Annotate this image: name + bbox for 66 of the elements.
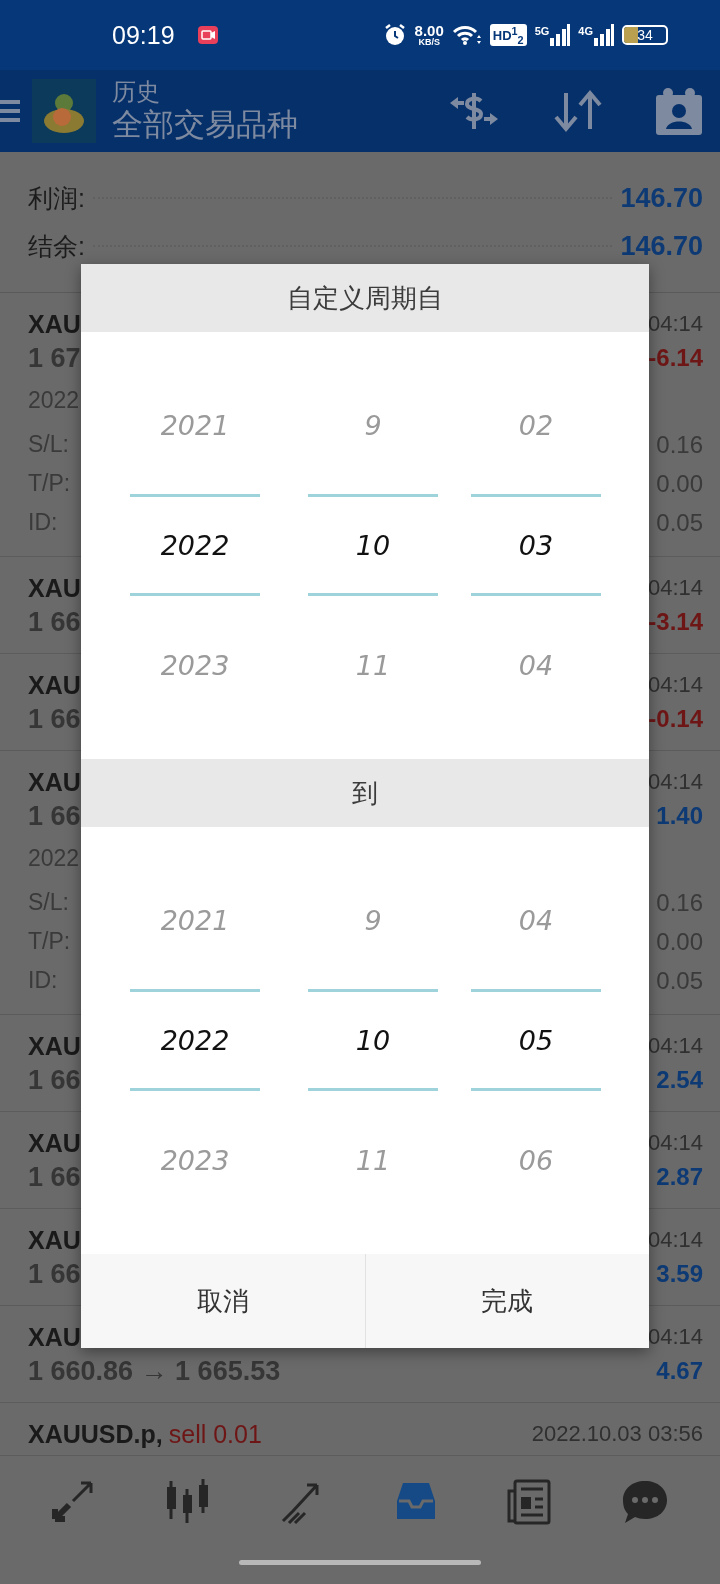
picker-value[interactable]: 9 <box>354 377 392 473</box>
summary-value: 146.70 <box>620 230 703 262</box>
battery-indicator: 34 <box>622 25 668 45</box>
picker-value[interactable]: 2021 <box>150 377 240 473</box>
deal-symbol: XAU <box>28 1225 81 1255</box>
summary-label: 结余: <box>28 230 85 262</box>
deal-profit: 1.40 <box>656 802 703 830</box>
deal-profit: -6.14 <box>648 344 703 372</box>
picker-value[interactable]: 10 <box>345 497 401 593</box>
deal-symbol: XAU <box>28 1128 81 1158</box>
picker-value[interactable]: 2021 <box>150 872 240 968</box>
deal-time: 04:14 <box>647 311 703 337</box>
picker-value[interactable]: 02 <box>508 377 564 473</box>
wifi-icon <box>451 24 482 46</box>
signal-icon <box>594 24 614 46</box>
deal-symbol: XAU <box>28 309 81 339</box>
picker-value[interactable]: 2023 <box>150 617 240 713</box>
deal-profit: 2.87 <box>656 1163 703 1191</box>
deal-time: 04:14 <box>647 769 703 795</box>
picker-value[interactable]: 10 <box>345 992 401 1088</box>
picker-value[interactable]: 2022 <box>150 497 240 593</box>
picker-value[interactable]: 05 <box>508 992 564 1088</box>
screen-title: 历史 <box>112 78 161 106</box>
picker-value[interactable]: 04 <box>508 617 564 713</box>
deal-time: 04:14 <box>647 672 703 698</box>
picker-value[interactable]: 2023 <box>150 1112 240 1208</box>
deal-time: 04:14 <box>647 1033 703 1059</box>
deal-profit: 3.59 <box>656 1260 703 1288</box>
deal-profit: 4.67 <box>656 1357 703 1385</box>
deal-time: 04:14 <box>647 1227 703 1253</box>
deal-side: sell 0.01 <box>168 1419 262 1449</box>
deal-symbol: XAU <box>28 1322 81 1352</box>
picker-value[interactable]: 11 <box>345 1112 401 1208</box>
deal-time: 04:14 <box>647 575 703 601</box>
picker-value[interactable]: 9 <box>354 872 392 968</box>
chat-icon[interactable] <box>621 1479 669 1525</box>
deal-symbol: XAU <box>28 573 81 603</box>
section-label: 到 <box>81 759 649 827</box>
deal-symbol: XAUUSD.p, <box>28 1419 163 1449</box>
picker-value[interactable]: 11 <box>345 617 401 713</box>
dialog-title: 自定义周期自 <box>81 264 649 332</box>
deal-time: 2022.10.03 03:56 <box>531 1421 703 1447</box>
picker-value[interactable]: 04 <box>508 872 564 968</box>
deal-profit: -0.14 <box>648 705 703 733</box>
network-type: 5G <box>534 26 550 37</box>
deal-profit: 2.54 <box>656 1066 703 1094</box>
picker-value[interactable]: 06 <box>508 1112 564 1208</box>
deal-time: 04:14 <box>647 1324 703 1350</box>
deal-symbol: XAU <box>28 1031 81 1061</box>
deal-profit: -3.14 <box>648 608 703 636</box>
summary-value: 146.70 <box>620 182 703 214</box>
screen-record-icon <box>196 25 219 45</box>
symbol-filter[interactable]: 全部交易品种 <box>112 106 298 144</box>
deal-symbol: XAU <box>28 670 81 700</box>
network-speed: 8.00 KB/S <box>414 23 444 47</box>
summary-label: 利润: <box>28 182 85 214</box>
deal-symbol: XAU <box>28 767 81 797</box>
calendar-icon[interactable] <box>656 87 702 135</box>
status-time: 09:19 <box>112 20 175 50</box>
deal-time: 04:14 <box>647 1130 703 1156</box>
signal-icon <box>550 24 571 46</box>
picker-value[interactable]: 03 <box>508 497 564 593</box>
picker-value[interactable]: 2022 <box>150 992 240 1088</box>
network-type: 4G <box>578 26 593 37</box>
sort-icon[interactable] <box>552 87 604 135</box>
app-logo[interactable] <box>32 79 96 143</box>
